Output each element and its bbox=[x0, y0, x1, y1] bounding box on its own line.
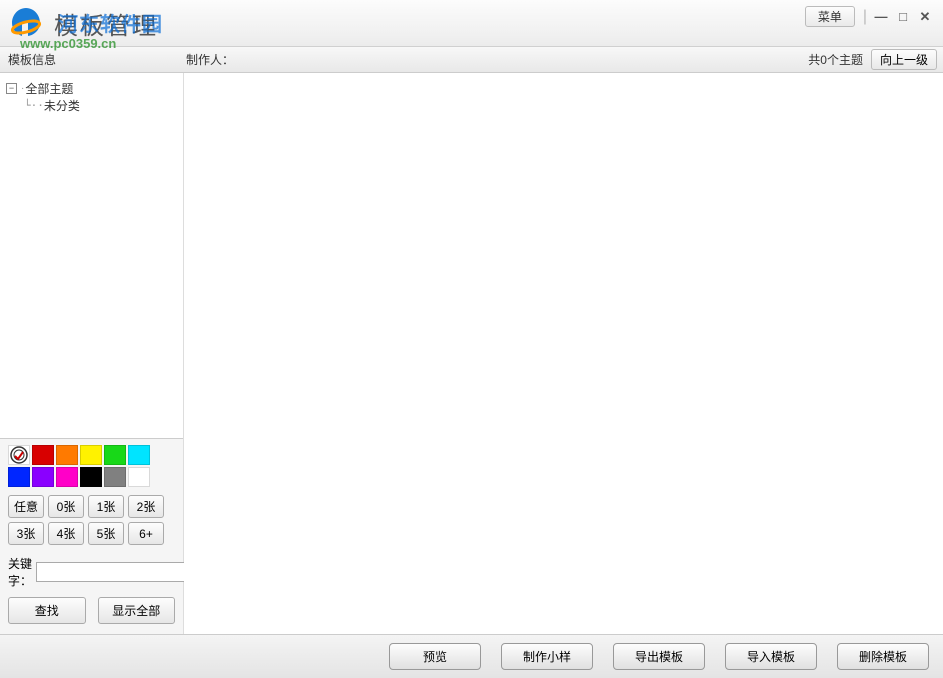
sidebar: − · 全部主题 └·· 未分类 bbox=[0, 73, 184, 634]
color-swatch-cyan[interactable] bbox=[128, 445, 150, 465]
separator: | bbox=[863, 8, 867, 26]
info-bar: 模板信息 制作人： 共0个主题 向上一级 bbox=[0, 47, 943, 73]
color-swatch-green[interactable] bbox=[104, 445, 126, 465]
make-sample-button[interactable]: 制作小样 bbox=[501, 643, 593, 670]
close-button[interactable]: ✕ bbox=[915, 9, 935, 25]
app-logo-icon bbox=[8, 5, 44, 41]
main-area: − · 全部主题 └·· 未分类 bbox=[0, 73, 943, 634]
search-button[interactable]: 查找 bbox=[8, 597, 86, 624]
count-2-button[interactable]: 2张 bbox=[128, 495, 164, 518]
export-template-button[interactable]: 导出模板 bbox=[613, 643, 705, 670]
color-swatch-magenta[interactable] bbox=[56, 467, 78, 487]
maximize-button[interactable]: □ bbox=[893, 9, 913, 25]
count-0-button[interactable]: 0张 bbox=[48, 495, 84, 518]
count-any-button[interactable]: 任意 bbox=[8, 495, 44, 518]
import-template-button[interactable]: 导入模板 bbox=[725, 643, 817, 670]
keyword-row: 关键字： bbox=[8, 555, 175, 589]
show-all-button[interactable]: 显示全部 bbox=[98, 597, 176, 624]
count-4-button[interactable]: 4张 bbox=[48, 522, 84, 545]
bottom-toolbar: 预览 制作小样 导出模板 导入模板 删除模板 bbox=[0, 634, 943, 678]
color-swatch-black[interactable] bbox=[80, 467, 102, 487]
template-info-label: 模板信息 bbox=[8, 51, 56, 68]
color-swatch-yellow[interactable] bbox=[80, 445, 102, 465]
preview-button[interactable]: 预览 bbox=[389, 643, 481, 670]
color-swatch-white[interactable] bbox=[128, 467, 150, 487]
keyword-input[interactable] bbox=[36, 562, 201, 582]
window-title: 模板管理 bbox=[54, 6, 158, 41]
menu-button[interactable]: 菜单 bbox=[805, 6, 855, 27]
template-content-area bbox=[184, 73, 943, 634]
count-6plus-button[interactable]: 6+ bbox=[128, 522, 164, 545]
color-swatch-gray[interactable] bbox=[104, 467, 126, 487]
theme-count-label: 共0个主题 bbox=[808, 51, 863, 68]
author-label: 制作人： bbox=[186, 51, 234, 68]
category-tree: − · 全部主题 └·· 未分类 bbox=[0, 73, 183, 438]
color-swatch-orange[interactable] bbox=[56, 445, 78, 465]
window-controls: 菜单 | — □ ✕ bbox=[805, 6, 935, 27]
up-level-button[interactable]: 向上一级 bbox=[871, 49, 937, 70]
count-1-button[interactable]: 1张 bbox=[88, 495, 124, 518]
tree-child-row[interactable]: └·· 未分类 bbox=[24, 97, 177, 114]
color-any-icon[interactable] bbox=[8, 445, 30, 465]
titlebar: 模板管理 河东软件园 www.pc0359.cn 菜单 | — □ ✕ bbox=[0, 0, 943, 47]
tree-root-row[interactable]: − · 全部主题 bbox=[6, 79, 177, 97]
tree-connector: └·· bbox=[24, 99, 44, 112]
count-5-button[interactable]: 5张 bbox=[88, 522, 124, 545]
count-filter-group: 任意 0张 1张 2张 3张 4张 5张 6+ bbox=[8, 495, 175, 545]
tree-root-label: 全部主题 bbox=[25, 80, 73, 97]
minimize-button[interactable]: — bbox=[871, 9, 891, 25]
filter-actions: 查找 显示全部 bbox=[8, 597, 175, 624]
color-swatch-blue[interactable] bbox=[8, 467, 30, 487]
filter-panel: 任意 0张 1张 2张 3张 4张 5张 6+ 关键字： 查找 显示全部 bbox=[0, 438, 183, 634]
color-swatch-red[interactable] bbox=[32, 445, 54, 465]
color-swatches bbox=[8, 445, 175, 487]
delete-template-button[interactable]: 删除模板 bbox=[837, 643, 929, 670]
count-3-button[interactable]: 3张 bbox=[8, 522, 44, 545]
color-swatch-purple[interactable] bbox=[32, 467, 54, 487]
tree-child-label: 未分类 bbox=[44, 97, 80, 114]
keyword-label: 关键字： bbox=[8, 555, 32, 589]
tree-collapse-icon[interactable]: − bbox=[6, 83, 17, 94]
color-swatch-empty bbox=[152, 445, 174, 465]
